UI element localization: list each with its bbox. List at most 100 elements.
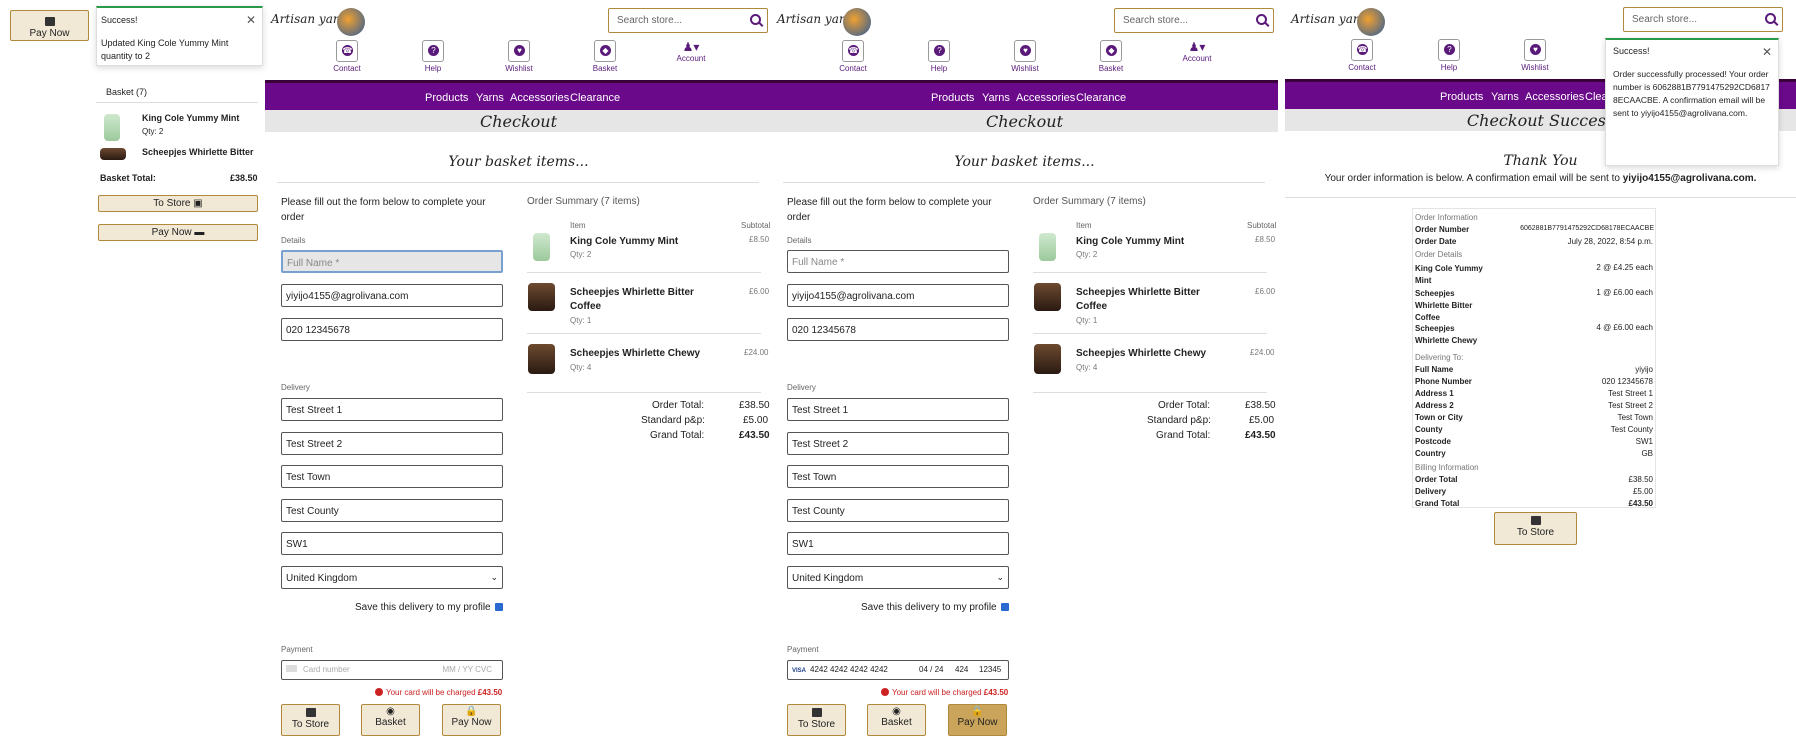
search-input[interactable]: Search store... — [1623, 7, 1783, 32]
detail-item-name: Scheepjes Whirlette Chewy — [1415, 324, 1478, 345]
street1-field[interactable]: Test Street 1 — [787, 398, 1009, 421]
grand-total: £43.50 — [1245, 430, 1276, 441]
full-name-field[interactable]: Full Name * — [787, 250, 1009, 273]
nav-accessories[interactable]: Accessories — [1525, 91, 1584, 103]
basket-button[interactable]: ◉ Basket — [361, 704, 420, 736]
basket-total: £38.50 — [230, 173, 258, 183]
help-icon: ? — [428, 45, 439, 56]
logo[interactable]: Artisan yarns — [271, 6, 371, 36]
logo[interactable]: Artisan yarns — [777, 6, 877, 36]
search-icon[interactable] — [750, 14, 761, 25]
nav-clearance[interactable]: Clearance — [570, 92, 620, 104]
search-icon[interactable] — [1256, 14, 1267, 25]
nav-accessories[interactable]: Accessories — [1016, 92, 1075, 104]
form-instructions: Please fill out the form below to comple… — [787, 197, 992, 223]
visa-icon: VISA — [792, 668, 807, 674]
wishlist-link[interactable]: ♥ Wishlist — [995, 40, 1055, 73]
search-icon[interactable] — [1765, 13, 1776, 24]
item-price: £8.50 — [749, 235, 770, 244]
save-delivery-checkbox[interactable] — [1001, 603, 1009, 611]
town: Test Town — [1617, 413, 1653, 422]
contact-link[interactable]: ☎ Contact — [317, 40, 377, 73]
town-field[interactable]: Test Town — [281, 465, 503, 488]
help-link[interactable]: ? Help — [909, 40, 969, 73]
basket-link[interactable]: ◆ Basket — [1081, 40, 1141, 73]
card-number-field[interactable]: VISA 4242 4242 4242 4242 04 / 24 424 1234… — [787, 660, 1009, 680]
item-price: £24.00 — [744, 348, 769, 357]
delivery-value: £5.00 — [1632, 487, 1653, 496]
card-number-field[interactable]: Card number MM / YY CVC — [281, 660, 503, 680]
to-store-button[interactable]: To Store — [1494, 512, 1577, 545]
close-icon[interactable]: ✕ — [246, 13, 256, 27]
logo[interactable]: Artisan yarns — [1291, 6, 1391, 36]
nav-products[interactable]: Products — [1440, 91, 1483, 103]
postcode-field[interactable]: SW1 — [281, 532, 503, 555]
pay-now-button[interactable]: Pay Now ▬ — [98, 224, 258, 241]
help-link[interactable]: ? Help — [1419, 39, 1479, 72]
item-price: £8.50 — [1255, 235, 1276, 244]
to-store-button[interactable]: To Store — [787, 704, 846, 736]
card-icon — [44, 17, 55, 26]
account-icon: ♟▾ — [1188, 40, 1206, 54]
basket-heading: Your basket items... — [954, 154, 1095, 170]
item-thumbnail — [100, 148, 126, 160]
pay-now-button[interactable]: Pay Now — [10, 10, 89, 41]
yarn-logo-icon — [1357, 8, 1385, 36]
postcode-field[interactable]: SW1 — [787, 532, 1009, 555]
item-price: £24.00 — [1250, 348, 1275, 357]
nav-clearance[interactable]: Clearance — [1076, 92, 1126, 104]
phone-field[interactable]: 020 12345678 — [787, 318, 1009, 341]
item-qty: Qty: 1 — [1076, 316, 1098, 325]
contact-link[interactable]: ☎ Contact — [823, 40, 883, 73]
country-select[interactable]: United Kingdom ⌄ — [787, 566, 1009, 589]
street2-field[interactable]: Test Street 2 — [787, 432, 1009, 455]
basket-link[interactable]: ◆ Basket — [575, 40, 635, 73]
nav-accessories[interactable]: Accessories — [510, 92, 569, 104]
town-field[interactable]: Test Town — [787, 465, 1009, 488]
email-field[interactable]: yiyijo4155@agrolivana.com — [787, 284, 1009, 307]
save-delivery-checkbox[interactable] — [495, 603, 503, 611]
nav-yarns[interactable]: Yarns — [476, 92, 504, 104]
address1-label: Address 1 — [1415, 389, 1454, 398]
checkout-panel-2: Artisan yarns Search store... ☎ Contact ?… — [771, 0, 1278, 750]
basket-button[interactable]: ◉ Basket — [867, 704, 926, 736]
basket-icon: ◆ — [1106, 45, 1117, 56]
section-billing: Billing Information — [1415, 463, 1479, 472]
item-name: Scheepjes Whirlette Chewy — [570, 348, 701, 359]
account-link[interactable]: ♟▾ Account — [661, 40, 721, 63]
email-field[interactable]: yiyijo4155@agrolivana.com — [281, 284, 503, 307]
county-field[interactable]: Test County — [281, 499, 503, 522]
nav-products[interactable]: Products — [931, 92, 974, 104]
close-icon[interactable]: ✕ — [1762, 45, 1772, 59]
confirmation-message: Your order information is below. A confi… — [1324, 173, 1757, 184]
account-link[interactable]: ♟▾ Account — [1167, 40, 1227, 63]
contact-link[interactable]: ☎ Contact — [1332, 39, 1392, 72]
detail-item-value: 2 @ £4.25 each — [1596, 263, 1653, 272]
street2-field[interactable]: Test Street 2 — [281, 432, 503, 455]
to-store-button[interactable]: To Store — [281, 704, 340, 736]
pay-now-button[interactable]: 🔒 Pay Now — [948, 704, 1007, 736]
help-link[interactable]: ? Help — [403, 40, 463, 73]
country-select[interactable]: United Kingdom ⌄ — [281, 566, 503, 589]
delivery-label: Delivery — [787, 383, 816, 392]
pay-now-button[interactable]: 🔒 Pay Now — [442, 704, 501, 736]
item-qty: Qty: 1 — [570, 316, 592, 325]
help-icon: ? — [1444, 44, 1455, 55]
phone-icon: ☎ — [848, 45, 859, 56]
phone-field[interactable]: 020 12345678 — [281, 318, 503, 341]
header-icons: ☎ Contact ? Help ♥ Wishlist ◆ Basket ♟▾ Accou… — [265, 40, 772, 74]
street1-field[interactable]: Test Street 1 — [281, 398, 503, 421]
order-number-label: Order Number — [1415, 225, 1470, 234]
to-store-button[interactable]: To Store ▣ — [98, 195, 258, 212]
nav-products[interactable]: Products — [425, 92, 468, 104]
search-input[interactable]: Search store... — [1114, 8, 1274, 33]
full-name-field[interactable]: Full Name * — [281, 250, 503, 273]
item-name: Scheepjes Whirlette Bitter Coffee — [570, 287, 694, 312]
nav-yarns[interactable]: Yarns — [982, 92, 1010, 104]
nav-yarns[interactable]: Yarns — [1491, 91, 1519, 103]
search-input[interactable]: Search store... — [608, 8, 768, 33]
col-item: Item — [570, 221, 586, 230]
wishlist-link[interactable]: ♥ Wishlist — [1505, 39, 1565, 72]
county-field[interactable]: Test County — [787, 499, 1009, 522]
wishlist-link[interactable]: ♥ Wishlist — [489, 40, 549, 73]
